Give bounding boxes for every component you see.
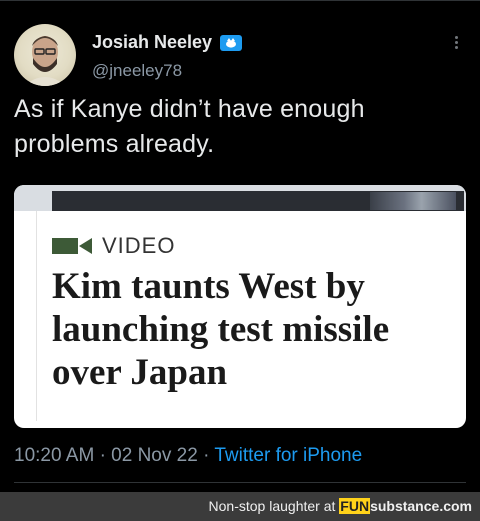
author-name-row[interactable]: Josiah Neeley xyxy=(92,32,243,53)
top-divider xyxy=(0,0,480,1)
watermark-brand-fun: FUN xyxy=(339,498,371,514)
tweet-source-app[interactable]: Twitter for iPhone xyxy=(214,445,362,466)
watermark-footer: Non-stop laughter at FUNsubstance.com xyxy=(0,492,480,521)
meta-separator: · xyxy=(99,445,106,466)
media-top-strip xyxy=(14,185,466,211)
avatar[interactable] xyxy=(14,24,76,86)
author-handle[interactable]: @jneeley78 xyxy=(92,61,182,81)
tweet-date[interactable]: 02 Nov 22 xyxy=(111,445,198,466)
media-video-thumbnail xyxy=(370,192,456,210)
tweet-time[interactable]: 10:20 AM xyxy=(14,445,94,466)
watermark-text: Non-stop laughter at xyxy=(208,498,336,514)
video-tag: VIDEO xyxy=(52,233,175,259)
bottom-divider xyxy=(14,482,466,483)
headline: Kim taunts West by launching test missil… xyxy=(52,266,390,393)
video-camera-icon xyxy=(52,238,92,254)
watermark-brand-tld: .com xyxy=(439,498,472,514)
author-name[interactable]: Josiah Neeley xyxy=(92,32,212,53)
watermark-brand: FUNsubstance.com xyxy=(339,498,472,514)
media-margin-line xyxy=(36,211,37,421)
watermark[interactable]: Non-stop laughter at FUNsubstance.com xyxy=(209,498,472,514)
more-options-icon[interactable] xyxy=(451,34,461,54)
tweet-text: As if Kanye didn’t have enough problems … xyxy=(14,95,365,158)
verified-badge-icon xyxy=(220,34,243,51)
watermark-brand-substance: substance xyxy=(370,498,440,514)
tweet-meta: 10:20 AM · 02 Nov 22 · Twitter for iPhon… xyxy=(14,445,362,467)
meta-separator: · xyxy=(203,445,210,466)
media-card[interactable]: VIDEO Kim taunts West by launching test … xyxy=(14,185,466,428)
video-label: VIDEO xyxy=(102,233,176,258)
avatar-photo xyxy=(24,36,66,86)
